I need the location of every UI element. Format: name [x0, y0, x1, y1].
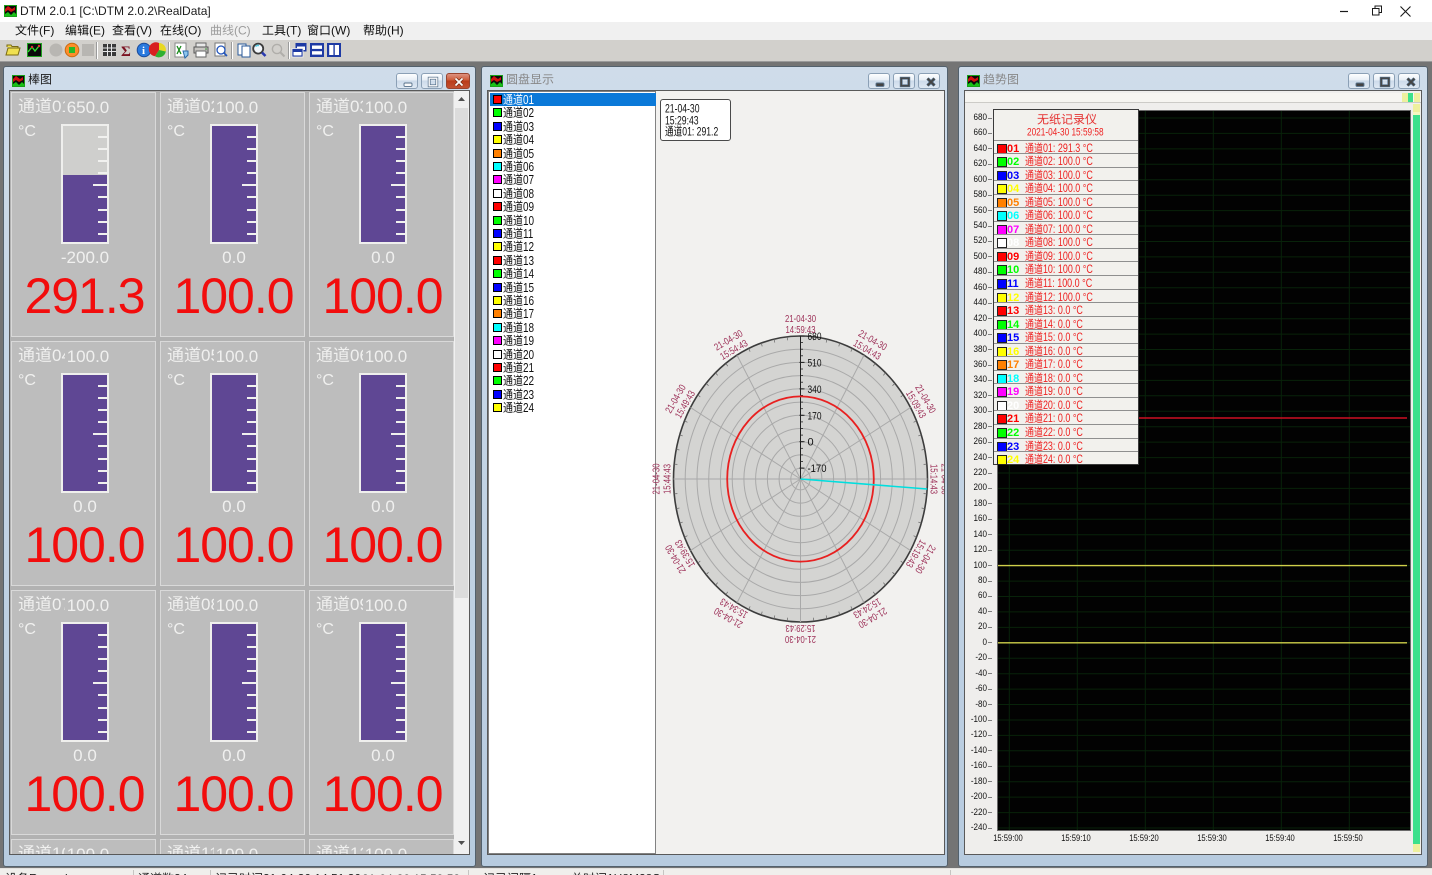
- svg-text:21-04-30: 21-04-30: [785, 314, 816, 325]
- svg-text:19: 19: [523, 335, 534, 348]
- svg-text:02: 02: [523, 107, 534, 120]
- svg-text:(C): (C): [234, 24, 251, 38]
- svg-text:1: 1: [531, 872, 538, 875]
- svg-text:0: 0: [808, 437, 814, 449]
- svg-text:(E): (E): [89, 24, 105, 38]
- svg-text:(T): (T): [286, 24, 301, 38]
- svg-text:22: 22: [523, 375, 534, 388]
- svg-text:24: 24: [523, 402, 534, 415]
- svg-text:Σ: Σ: [121, 44, 131, 60]
- svg-text:i: i: [142, 45, 145, 57]
- svg-text:04: 04: [523, 134, 534, 147]
- svg-text:(O): (O): [184, 24, 201, 38]
- svg-text:510: 510: [808, 357, 822, 369]
- svg-text:21-04-30: 21-04-30: [652, 463, 663, 494]
- svg-text:-170: -170: [808, 463, 827, 475]
- svg-text:14:59:43: 14:59:43: [786, 325, 816, 336]
- svg-text:12: 12: [523, 241, 534, 254]
- svg-text:14: 14: [523, 268, 534, 281]
- svg-text:(W): (W): [331, 24, 350, 38]
- svg-text:1H8M28S: 1H8M28S: [607, 872, 660, 875]
- svg-text:07: 07: [523, 174, 534, 187]
- svg-text:09: 09: [523, 201, 534, 214]
- svg-text:(F): (F): [39, 24, 54, 38]
- svg-text:21-04-30 14:51:30: 21-04-30 14:51:30: [263, 872, 361, 875]
- svg-text:340: 340: [808, 384, 822, 396]
- svg-text:21-04-30: 21-04-30: [785, 633, 816, 644]
- svg-text:24: 24: [174, 872, 188, 875]
- svg-text:(H): (H): [387, 24, 404, 38]
- svg-text:2021-04-30 15:59:58: 2021-04-30 15:59:58: [1027, 127, 1104, 139]
- svg-text:01: 291.2: 01: 291.2: [682, 126, 718, 139]
- svg-text:(V): (V): [136, 24, 152, 38]
- svg-text:Record: Record: [29, 872, 68, 875]
- svg-text:24: 0.0 °C: 24: 0.0 °C: [1043, 454, 1083, 466]
- svg-text:15:29:43: 15:29:43: [785, 622, 815, 633]
- svg-text:15:44:43: 15:44:43: [663, 464, 674, 494]
- svg-text:17: 17: [523, 308, 534, 321]
- svg-text:15:14:43: 15:14:43: [928, 464, 939, 494]
- svg-text:170: 170: [808, 410, 822, 422]
